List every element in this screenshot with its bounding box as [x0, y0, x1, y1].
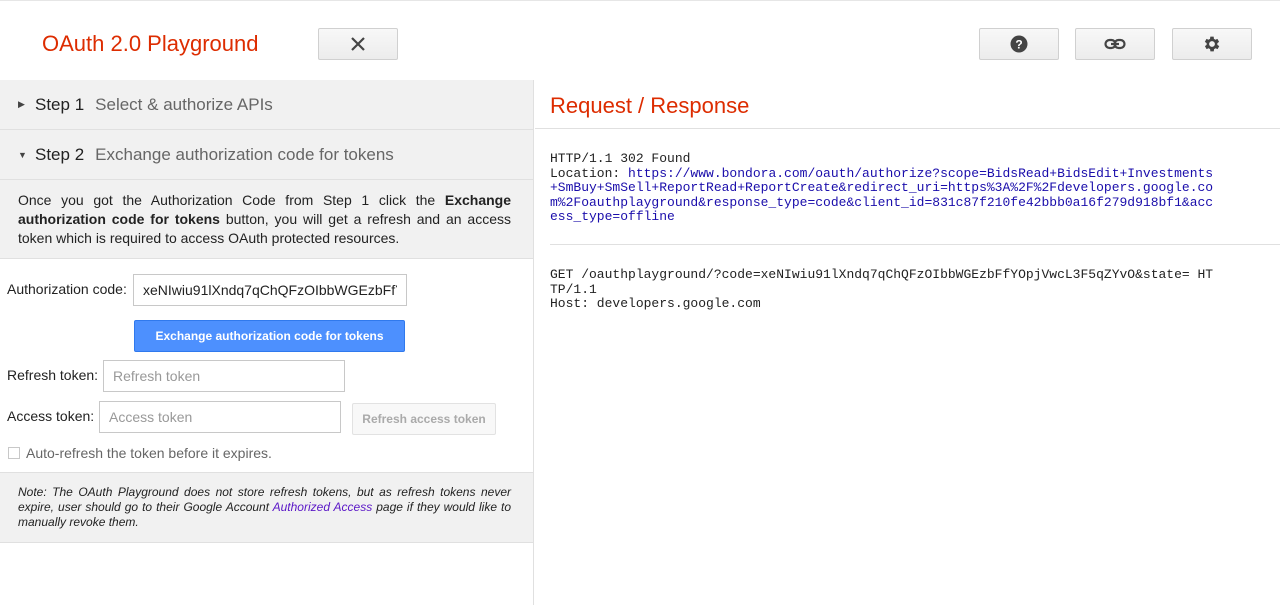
link-button[interactable] — [1075, 28, 1155, 60]
location-label: Location: — [550, 165, 629, 181]
refresh-token-input[interactable] — [103, 360, 345, 392]
authorized-access-link[interactable]: Authorized Access — [273, 500, 373, 514]
location-url-line[interactable]: +SmBuy+SmSell+ReportRead+ReportCreate&re… — [550, 180, 1213, 196]
svg-text:?: ? — [1015, 38, 1022, 52]
refresh-token-note: Note: The OAuth Playground does not stor… — [0, 472, 533, 543]
gear-icon — [1202, 34, 1222, 54]
close-button[interactable] — [318, 28, 398, 60]
step-1-header[interactable]: ▶ Step 1 Select & authorize APIs — [0, 80, 533, 130]
desc-text: Once you got the Authorization Code from… — [18, 192, 445, 208]
auto-refresh-checkbox[interactable] — [8, 447, 20, 459]
request-response-title: Request / Response — [550, 93, 750, 118]
auto-refresh-label: Auto-refresh the token before it expires… — [26, 445, 272, 461]
request-line: Host: developers.google.com — [550, 296, 761, 311]
request-response-panel: Request / Response HTTP/1.1 302 Found Loc… — [535, 80, 1280, 605]
location-url-line[interactable]: m%2Foauthplayground&response_type=code&c… — [550, 195, 1213, 211]
location-url-line[interactable]: ess_type=offline — [550, 209, 1213, 225]
divider — [535, 128, 1280, 129]
request-block: GET /oauthplayground/?code=xeNIwiu91lXnd… — [550, 267, 1214, 312]
step-2-description: Once you got the Authorization Code from… — [0, 180, 533, 259]
request-line: TP/1.1 — [550, 281, 597, 297]
close-icon — [351, 37, 365, 51]
request-line: GET /oauthplayground/?code=xeNIwiu91lXnd… — [550, 267, 1214, 282]
step-title: Select & authorize APIs — [95, 94, 273, 114]
app-title: OAuth 2.0 Playground — [42, 31, 259, 56]
exchange-code-button[interactable]: Exchange authorization code for tokens — [134, 320, 405, 352]
step-number: Step 1 — [35, 94, 85, 114]
auth-code-input[interactable] — [133, 274, 407, 306]
token-form: Authorization code: Exchange authorizati… — [0, 259, 533, 472]
location-line: Location: https://www.bondora.com/oauth/… — [550, 165, 1213, 182]
step-2-header[interactable]: ▼ Step 2 Exchange authorization code for… — [0, 130, 533, 180]
access-token-input[interactable] — [99, 401, 341, 433]
response-status: HTTP/1.1 302 Found — [550, 151, 691, 166]
access-token-label: Access token: — [7, 408, 95, 424]
response-block: HTTP/1.1 302 Found Location: https://www.… — [550, 151, 1213, 225]
refresh-access-token-button[interactable]: Refresh access token — [352, 403, 496, 435]
step-title: Exchange authorization code for tokens — [95, 144, 394, 164]
triangle-down-icon: ▼ — [18, 149, 27, 160]
settings-button[interactable] — [1172, 28, 1252, 60]
step-number: Step 2 — [35, 144, 85, 164]
refresh-token-label: Refresh token: — [7, 367, 99, 383]
header: OAuth 2.0 Playground ? — [0, 0, 1280, 80]
help-button[interactable]: ? — [979, 28, 1059, 60]
help-icon: ? — [1010, 35, 1028, 53]
left-panel: ▶ Step 1 Select & authorize APIs ▼ Step … — [0, 80, 534, 605]
auth-code-label: Authorization code: — [7, 281, 127, 297]
divider — [550, 244, 1280, 245]
link-icon — [1104, 38, 1126, 50]
location-url-line[interactable]: https://www.bondora.com/oauth/authorize?… — [628, 166, 1213, 181]
triangle-right-icon: ▶ — [18, 99, 25, 109]
